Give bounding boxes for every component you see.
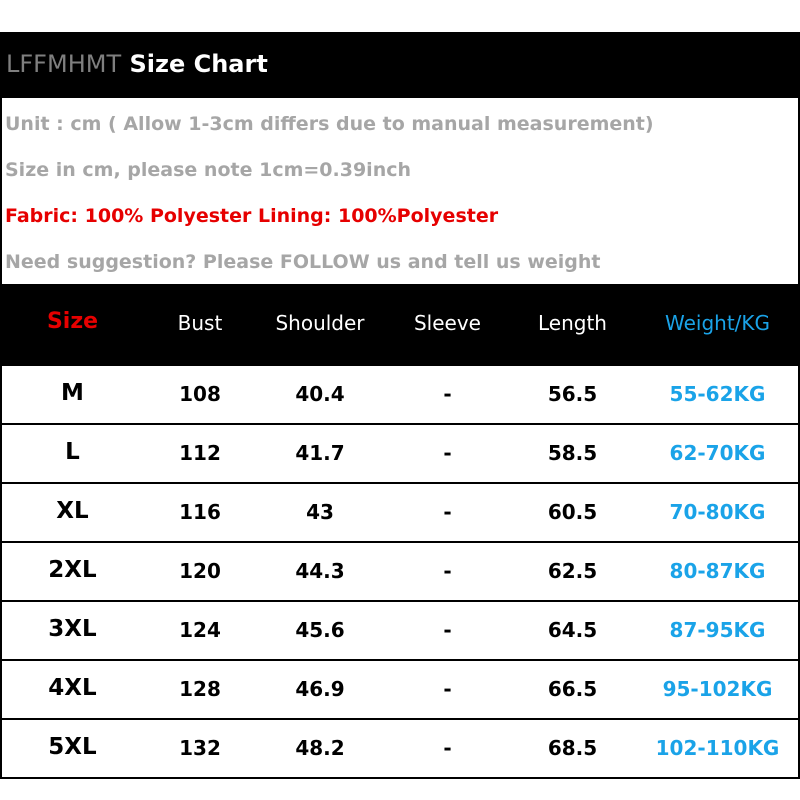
cell-size: 2XL [48,557,97,583]
cell-weight: 87-95KG [669,618,766,642]
cell-size: L [65,439,80,465]
cell-size: 3XL [48,616,97,642]
note-suggestion: Need suggestion? Please FOLLOW us and te… [5,251,601,273]
cell-bust: 112 [179,441,221,465]
cell-length: 56.5 [547,382,598,406]
cell-weight: 55-62KG [669,382,766,406]
cell-sleeve: - [443,677,452,701]
cell-bust: 128 [179,677,221,701]
cell-size: 4XL [48,675,97,701]
header-bust: Bust [177,311,223,335]
cell-size: 5XL [48,734,97,760]
cell-shoulder: 43 [306,500,334,524]
cell-shoulder: 46.9 [295,677,345,701]
cell-weight: 102-110KG [655,736,780,760]
header-shoulder: Shoulder [275,311,365,335]
cell-sleeve: - [443,559,452,583]
cell-bust: 124 [179,618,221,642]
title-text: Size Chart [129,50,268,78]
cell-length: 60.5 [547,500,598,524]
cell-sleeve: - [443,618,452,642]
header-length: Length [538,311,607,335]
cell-bust: 116 [179,500,221,524]
brand-name: LFFMHMT [6,50,122,78]
cell-bust: 120 [179,559,221,583]
cell-weight: 62-70KG [669,441,766,465]
cell-weight: 80-87KG [669,559,766,583]
cell-weight: 95-102KG [662,677,773,701]
header-size: Size [46,309,99,334]
cell-shoulder: 44.3 [295,559,345,583]
cell-bust: 108 [179,382,221,406]
cell-length: 68.5 [547,736,598,760]
cell-size: XL [56,498,89,524]
cell-length: 58.5 [547,441,598,465]
page-title: LFFMHMT Size Chart [6,50,268,78]
cell-shoulder: 41.7 [295,441,345,465]
cell-size: M [61,380,84,406]
cell-shoulder: 45.6 [295,618,345,642]
cell-sleeve: - [443,500,452,524]
cell-weight: 70-80KG [669,500,766,524]
cell-sleeve: - [443,382,452,406]
cell-shoulder: 40.4 [295,382,345,406]
cell-length: 62.5 [547,559,598,583]
note-fabric: Fabric: 100% Polyester Lining: 100%Polye… [5,205,499,227]
cell-length: 64.5 [547,618,598,642]
cell-length: 66.5 [547,677,598,701]
header-weight: Weight/KG [664,311,771,335]
cell-bust: 132 [179,736,221,760]
note-unit: Unit : cm ( Allow 1-3cm differs due to m… [5,113,654,135]
header-sleeve: Sleeve [413,311,481,335]
cell-shoulder: 48.2 [295,736,345,760]
cell-sleeve: - [443,441,452,465]
note-conversion: Size in cm, please note 1cm=0.39inch [5,159,412,181]
cell-sleeve: - [443,736,452,760]
